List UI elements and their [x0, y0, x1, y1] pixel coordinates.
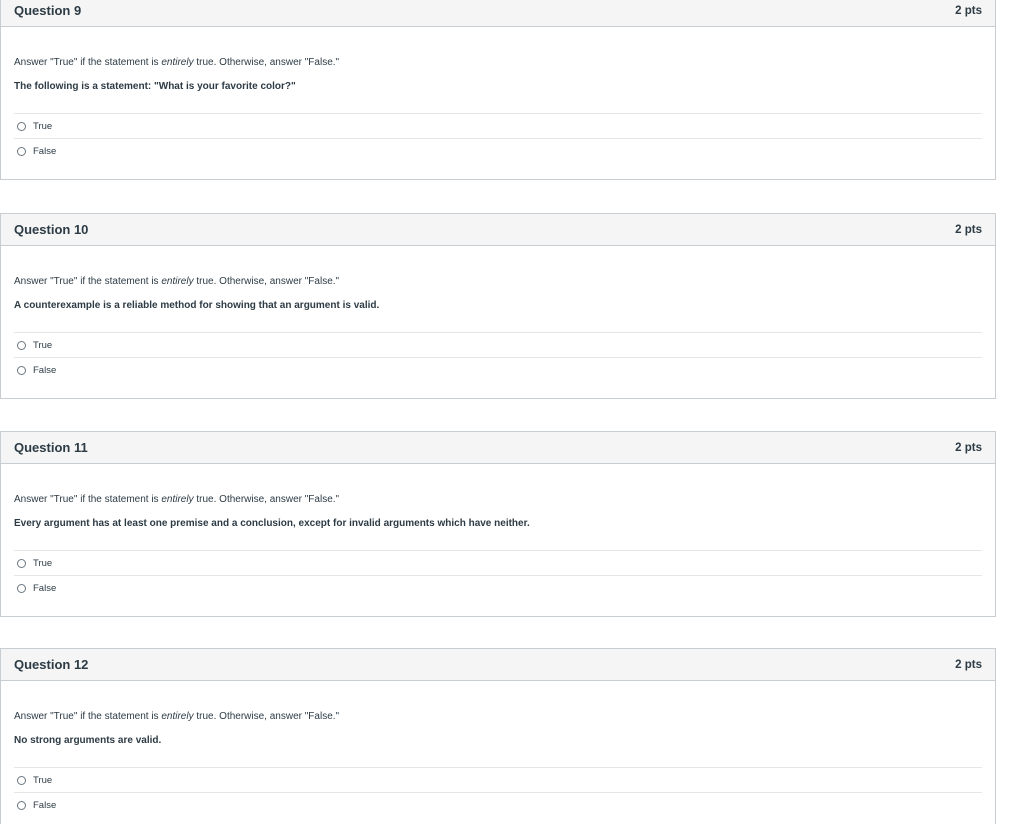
answer-option-false[interactable]: False	[14, 575, 982, 600]
question-instruction: Answer "True" if the statement is entire…	[14, 711, 982, 723]
answer-option-true[interactable]: True	[14, 113, 982, 138]
instruction-text-pre: Answer "True" if the statement is	[14, 276, 162, 287]
question-instruction: Answer "True" if the statement is entire…	[14, 57, 982, 69]
answer-list: True False	[14, 550, 982, 600]
answer-option-true[interactable]: True	[14, 332, 982, 357]
answer-list: True False	[14, 113, 982, 163]
question-header: Question 9 2 pts	[1, 0, 995, 27]
question-header: Question 11 2 pts	[1, 432, 995, 464]
question-points: 2 pts	[955, 441, 982, 454]
question-body: Answer "True" if the statement is entire…	[1, 57, 995, 163]
question-title: Question 10	[14, 222, 89, 237]
instruction-text-pre: Answer "True" if the statement is	[14, 57, 162, 68]
radio-button[interactable]	[17, 146, 26, 156]
answer-label: True	[33, 339, 53, 351]
answer-label: True	[33, 557, 53, 569]
instruction-emphasis: entirely	[161, 276, 194, 287]
radio-button[interactable]	[17, 558, 26, 568]
instruction-text-post: true. Otherwise, answer "False."	[193, 494, 340, 505]
question-body: Answer "True" if the statement is entire…	[1, 494, 995, 600]
instruction-text-pre: Answer "True" if the statement is	[14, 711, 162, 722]
answer-option-false[interactable]: False	[14, 357, 982, 382]
instruction-emphasis: entirely	[161, 57, 194, 68]
answer-list: True False	[14, 332, 982, 382]
question-statement: No strong arguments are valid.	[14, 735, 162, 746]
question-9: Question 9 2 pts Answer "True" if the st…	[0, 0, 996, 180]
question-statement: The following is a statement: "What is y…	[14, 81, 296, 92]
instruction-emphasis: entirely	[161, 711, 194, 722]
question-statement: Every argument has at least one premise …	[14, 518, 530, 529]
radio-button[interactable]	[17, 340, 26, 350]
answer-label: True	[33, 120, 53, 132]
question-statement: A counterexample is a reliable method fo…	[14, 300, 380, 311]
instruction-emphasis: entirely	[161, 494, 194, 505]
question-11: Question 11 2 pts Answer "True" if the s…	[0, 431, 996, 617]
instruction-text-post: true. Otherwise, answer "False."	[193, 711, 340, 722]
radio-button[interactable]	[17, 583, 26, 593]
answer-option-true[interactable]: True	[14, 767, 982, 792]
answer-option-true[interactable]: True	[14, 550, 982, 575]
radio-button[interactable]	[17, 121, 26, 131]
answer-option-false[interactable]: False	[14, 138, 982, 163]
answer-option-false[interactable]: False	[14, 792, 982, 817]
question-header: Question 12 2 pts	[1, 649, 995, 681]
question-title: Question 9	[14, 3, 82, 18]
answer-label: True	[33, 774, 53, 786]
answer-label: False	[33, 582, 57, 594]
radio-button[interactable]	[17, 800, 26, 810]
question-body: Answer "True" if the statement is entire…	[1, 711, 995, 817]
question-instruction: Answer "True" if the statement is entire…	[14, 494, 982, 506]
instruction-text-pre: Answer "True" if the statement is	[14, 494, 162, 505]
question-12: Question 12 2 pts Answer "True" if the s…	[0, 648, 996, 824]
question-title: Question 11	[14, 440, 88, 455]
instruction-text-post: true. Otherwise, answer "False."	[193, 57, 340, 68]
question-body: Answer "True" if the statement is entire…	[1, 276, 995, 382]
question-header: Question 10 2 pts	[1, 214, 995, 246]
answer-label: False	[33, 364, 57, 376]
answer-label: False	[33, 799, 57, 811]
instruction-text-post: true. Otherwise, answer "False."	[193, 276, 340, 287]
question-points: 2 pts	[955, 223, 982, 236]
answer-list: True False	[14, 767, 982, 817]
question-points: 2 pts	[955, 658, 982, 671]
question-title: Question 12	[14, 657, 89, 672]
radio-button[interactable]	[17, 775, 26, 785]
question-10: Question 10 2 pts Answer "True" if the s…	[0, 213, 996, 399]
quiz-container: Question 9 2 pts Answer "True" if the st…	[0, 0, 1024, 824]
question-points: 2 pts	[955, 4, 982, 17]
radio-button[interactable]	[17, 365, 26, 375]
question-instruction: Answer "True" if the statement is entire…	[14, 276, 982, 288]
answer-label: False	[33, 145, 57, 157]
